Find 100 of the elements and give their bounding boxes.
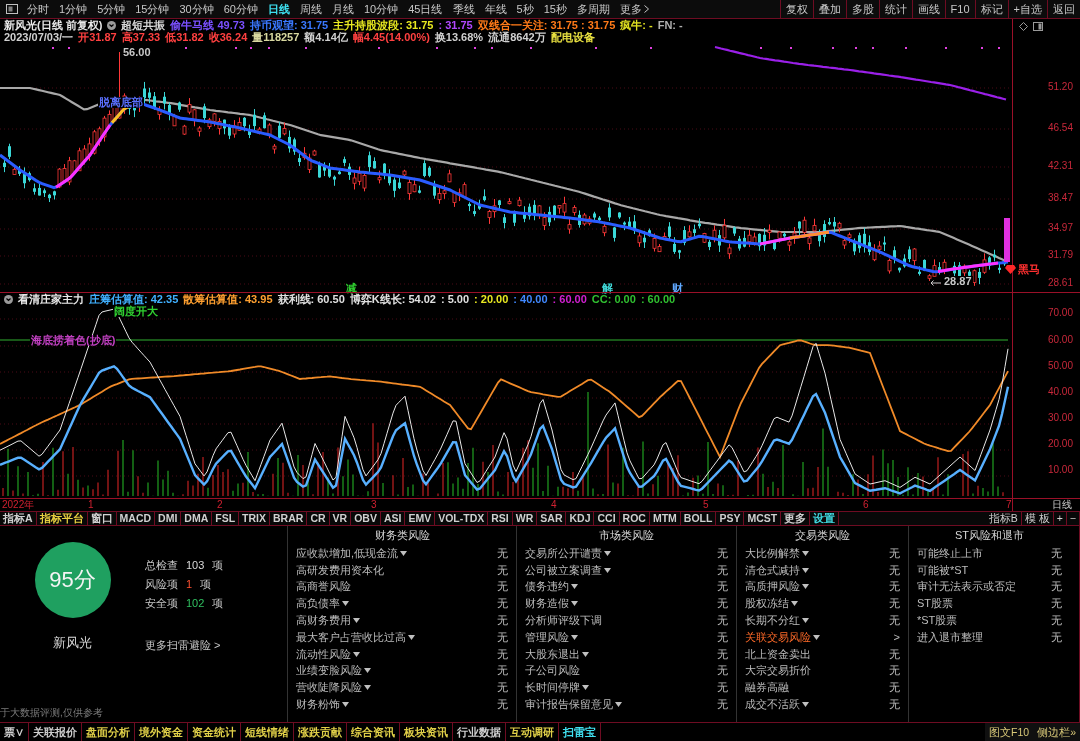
risk-item[interactable]: 大股东退出: [525, 648, 580, 660]
bottom-tab[interactable]: 票∨: [0, 723, 29, 741]
bottom-tab[interactable]: 盘面分析: [82, 723, 135, 741]
bottom-tab[interactable]: 综合资讯: [347, 723, 400, 741]
period-tab[interactable]: 15分钟: [130, 0, 175, 18]
risk-item[interactable]: 应收款增加,低现金流: [296, 547, 399, 559]
period-tab[interactable]: 月线: [327, 0, 359, 18]
bottom-tab[interactable]: 板块资讯: [400, 723, 453, 741]
bottom-tab[interactable]: 行业数据: [453, 723, 506, 741]
risk-item[interactable]: 管理风险: [525, 631, 569, 643]
indicator-tab[interactable]: MACD: [116, 512, 156, 525]
risk-item[interactable]: 大比例解禁: [745, 547, 800, 559]
period-tab[interactable]: 45日线: [403, 0, 448, 18]
indicator-tab[interactable]: RSI: [488, 512, 513, 525]
risk-item[interactable]: 长期不分红: [745, 615, 800, 627]
risk-item[interactable]: 股权冻结: [745, 598, 789, 610]
risk-item[interactable]: ST股票: [917, 598, 954, 610]
risk-item[interactable]: 北上资金卖出: [745, 648, 811, 660]
indicator-tab[interactable]: WR: [512, 512, 538, 525]
risk-item[interactable]: 交易所公开谴责: [525, 547, 602, 559]
indicator-tab[interactable]: VR: [329, 512, 352, 525]
risk-item[interactable]: 融券高融: [745, 682, 789, 694]
period-tab[interactable]: 更多: [614, 0, 654, 18]
risk-item[interactable]: 债务违约: [525, 581, 569, 593]
indicator-tab[interactable]: +: [1053, 512, 1067, 525]
period-tab[interactable]: 日线: [263, 0, 295, 18]
indicator-tab[interactable]: DMA: [181, 512, 213, 525]
risk-item[interactable]: 财务造假: [525, 598, 569, 610]
period-tab[interactable]: 10分钟: [359, 0, 404, 18]
risk-item[interactable]: 高商誉风险: [296, 581, 351, 593]
side-button[interactable]: 侧边栏»: [1033, 723, 1080, 741]
bottom-tab[interactable]: 关联报价: [29, 723, 82, 741]
risk-item[interactable]: 关联交易风险: [745, 631, 811, 643]
period-tab[interactable]: 5分钟: [92, 0, 131, 18]
bottom-tab[interactable]: 互动调研: [506, 723, 559, 741]
risk-item[interactable]: *ST股票: [917, 615, 958, 627]
risk-item[interactable]: 业绩变脸风险: [296, 665, 362, 677]
indicator-tab[interactable]: KDJ: [566, 512, 595, 525]
indicator-tab[interactable]: ROC: [619, 512, 650, 525]
bottom-tab[interactable]: 涨跌贡献: [294, 723, 347, 741]
indicator-tab[interactable]: BOLL: [680, 512, 717, 525]
indicator-tab[interactable]: VOL-TDX: [435, 512, 489, 525]
indicator-tab[interactable]: 窗口: [87, 512, 117, 525]
layout-icon[interactable]: [6, 4, 18, 14]
toolbar-button[interactable]: 叠加: [812, 0, 846, 18]
risk-item[interactable]: 审计报告保留意见: [525, 699, 613, 711]
risk-item[interactable]: 财务粉饰: [296, 699, 340, 711]
indicator-tab[interactable]: 设置: [810, 512, 840, 525]
risk-item[interactable]: 清仓式减持: [745, 564, 800, 576]
indicator-tab[interactable]: −: [1066, 512, 1080, 525]
risk-item[interactable]: 流动性风险: [296, 648, 351, 660]
period-tab[interactable]: 1分钟: [54, 0, 93, 18]
risk-item[interactable]: 公司被立案调查: [525, 564, 602, 576]
indicator-tab[interactable]: CR: [307, 512, 330, 525]
indicator-tab[interactable]: CCI: [594, 512, 620, 525]
bottom-tab[interactable]: 境外资金: [135, 723, 188, 741]
risk-item[interactable]: 大宗交易折价: [745, 665, 811, 677]
collapse-circle-icon[interactable]: [107, 20, 117, 30]
toolbar-button[interactable]: 复权: [779, 0, 813, 18]
bottom-tab[interactable]: 短线情绪: [241, 723, 294, 741]
risk-item[interactable]: 高财务费用: [296, 615, 351, 627]
risk-item[interactable]: 高质押风险: [745, 581, 800, 593]
period-tab[interactable]: 60分钟: [218, 0, 263, 18]
risk-item[interactable]: 分析师评级下调: [525, 615, 602, 627]
indicator-tab[interactable]: DMI: [155, 512, 182, 525]
risk-item[interactable]: 成交不活跃: [745, 699, 800, 711]
indicator-tab[interactable]: 指标平台: [36, 512, 88, 525]
indicator-tab[interactable]: PSY: [716, 512, 745, 525]
toolbar-button[interactable]: 标记: [974, 0, 1008, 18]
indicator-tab[interactable]: OBV: [351, 512, 381, 525]
toolbar-button[interactable]: 画线: [911, 0, 945, 18]
period-tab[interactable]: 15秒: [538, 0, 572, 18]
toolbar-button[interactable]: 统计: [878, 0, 912, 18]
period-tab[interactable]: 年线: [479, 0, 512, 18]
indicator-tab[interactable]: 指标B: [985, 512, 1022, 525]
risk-item[interactable]: 高研发费用资本化: [296, 564, 384, 576]
bottom-tab[interactable]: 资金统计: [188, 723, 241, 741]
diamond-outline-icon[interactable]: [1019, 22, 1028, 31]
risk-item[interactable]: 可能终止上市: [917, 547, 983, 559]
bottom-tab[interactable]: 扫雷宝: [559, 723, 601, 741]
more-scan-link[interactable]: 更多扫雷避险 >: [145, 640, 287, 651]
collapse-circle-icon[interactable]: [4, 294, 13, 304]
side-button[interactable]: 图文F10: [985, 723, 1034, 741]
indicator-tab[interactable]: FSL: [212, 512, 240, 525]
risk-item[interactable]: 高负债率: [296, 598, 340, 610]
risk-item[interactable]: 长时间停牌: [525, 682, 580, 694]
period-tab[interactable]: 多周期: [571, 0, 615, 18]
toolbar-button[interactable]: F10: [944, 0, 975, 18]
risk-item[interactable]: 可能被*ST: [917, 564, 969, 576]
toolbar-button[interactable]: +自选: [1007, 0, 1047, 18]
risk-item[interactable]: 审计无法表示或否定: [917, 581, 1016, 593]
risk-item[interactable]: 最大客户占营收比过高: [296, 631, 406, 643]
period-tab[interactable]: 5秒: [511, 0, 539, 18]
indicator-tab[interactable]: 指标A: [0, 512, 37, 525]
period-tab[interactable]: 分时: [22, 0, 54, 18]
indicator-tab[interactable]: SAR: [537, 512, 567, 525]
indicator-tab[interactable]: MTM: [649, 512, 681, 525]
indicator-tab[interactable]: ASI: [380, 512, 406, 525]
period-tab[interactable]: 30分钟: [174, 0, 219, 18]
indicator-tab[interactable]: BRAR: [270, 512, 308, 525]
